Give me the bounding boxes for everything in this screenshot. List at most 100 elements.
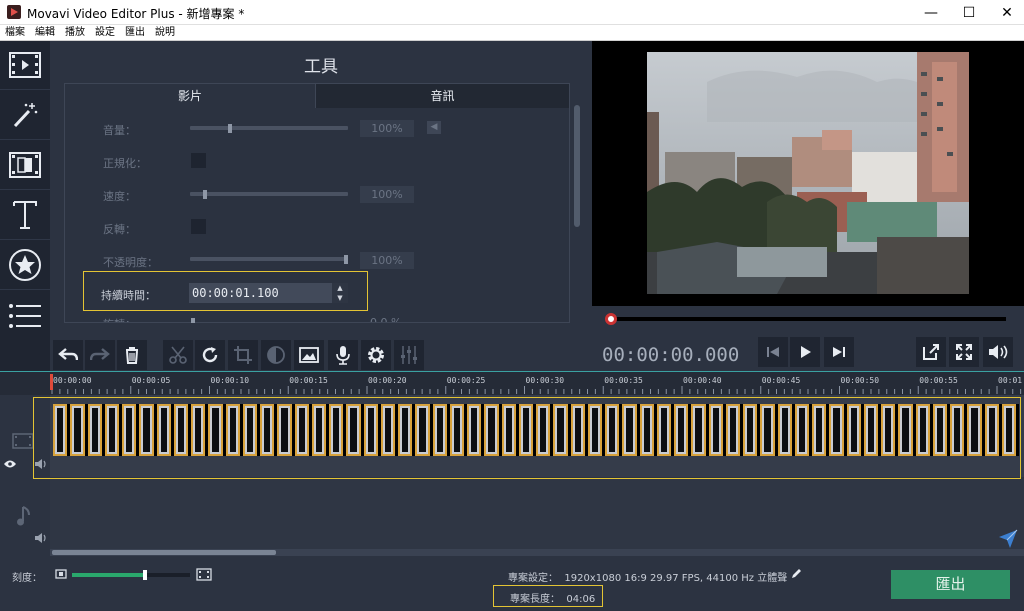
rotate-value[interactable]: 0.0 %: [370, 316, 401, 322]
video-clip[interactable]: [777, 404, 792, 456]
delete-button[interactable]: [117, 340, 147, 370]
sidebar-filters-button[interactable]: [0, 91, 50, 140]
menu-file[interactable]: 檔案: [0, 25, 30, 40]
video-clip[interactable]: [967, 404, 982, 456]
playhead-marker[interactable]: [50, 374, 53, 390]
video-clip[interactable]: [139, 404, 154, 456]
video-clip[interactable]: [70, 404, 85, 456]
video-clip[interactable]: [329, 404, 344, 456]
export-button[interactable]: 匯出: [891, 570, 1010, 599]
tools-scrollbar[interactable]: [574, 105, 580, 227]
video-clip[interactable]: [363, 404, 378, 456]
sidebar-more-button[interactable]: [0, 291, 50, 340]
volume-button[interactable]: [983, 337, 1013, 367]
popout-button[interactable]: [916, 337, 946, 367]
video-clip[interactable]: [398, 404, 413, 456]
zoom-slider[interactable]: [72, 570, 190, 580]
video-clip[interactable]: [415, 404, 430, 456]
video-clip[interactable]: [656, 404, 671, 456]
video-clip[interactable]: [53, 404, 68, 456]
video-clip[interactable]: [639, 404, 654, 456]
volume-value[interactable]: 100%: [360, 120, 414, 137]
video-clip[interactable]: [191, 404, 206, 456]
duration-stepper[interactable]: ▲ ▼: [332, 283, 348, 303]
menu-edit[interactable]: 編輯: [30, 25, 60, 40]
video-clip[interactable]: [605, 404, 620, 456]
video-clip[interactable]: [553, 404, 568, 456]
zoom-slider-knob[interactable]: [143, 570, 148, 580]
redo-button[interactable]: [85, 340, 115, 370]
normalize-checkbox[interactable]: [191, 153, 206, 168]
video-clip[interactable]: [156, 404, 171, 456]
video-clip[interactable]: [898, 404, 913, 456]
crop-button[interactable]: [228, 340, 258, 370]
sidebar-transitions-button[interactable]: [0, 141, 50, 190]
slideshow-image-button[interactable]: [294, 340, 324, 370]
video-clip[interactable]: [760, 404, 775, 456]
volume-slider[interactable]: [190, 126, 348, 130]
menu-settings[interactable]: 設定: [90, 25, 120, 40]
video-clip[interactable]: [311, 404, 326, 456]
video-clip[interactable]: [484, 404, 499, 456]
video-clip-strip[interactable]: [53, 404, 1019, 456]
video-clip[interactable]: [518, 404, 533, 456]
video-clip[interactable]: [294, 404, 309, 456]
sidebar-titles-button[interactable]: [0, 191, 50, 240]
eye-visibility-icon[interactable]: [3, 459, 17, 469]
video-clip[interactable]: [725, 404, 740, 456]
gear-button[interactable]: [361, 340, 391, 370]
menu-playback[interactable]: 播放: [60, 25, 90, 40]
video-clip[interactable]: [829, 404, 844, 456]
audio-track-speaker-icon[interactable]: [34, 533, 48, 543]
close-button[interactable]: ✕: [990, 0, 1024, 25]
zoom-out-icon[interactable]: [55, 569, 67, 579]
video-clip[interactable]: [1001, 404, 1016, 456]
video-clip[interactable]: [863, 404, 878, 456]
rotate-button[interactable]: [195, 340, 225, 370]
color-adjust-button[interactable]: [261, 340, 291, 370]
tab-video[interactable]: 影片: [65, 84, 315, 108]
video-clip[interactable]: [346, 404, 361, 456]
video-clip[interactable]: [260, 404, 275, 456]
sidebar-media-button[interactable]: [0, 41, 50, 90]
timeline-scrollbar-thumb[interactable]: [52, 550, 276, 555]
maximize-button[interactable]: ☐: [952, 0, 986, 25]
speed-value[interactable]: 100%: [360, 186, 414, 203]
video-clip[interactable]: [570, 404, 585, 456]
microphone-button[interactable]: [328, 340, 358, 370]
undo-button[interactable]: [53, 340, 83, 370]
video-clip[interactable]: [622, 404, 637, 456]
video-clip[interactable]: [467, 404, 482, 456]
video-clip[interactable]: [277, 404, 292, 456]
video-clip[interactable]: [208, 404, 223, 456]
video-clip[interactable]: [915, 404, 930, 456]
menu-export[interactable]: 匯出: [120, 25, 150, 40]
cut-scissors-button[interactable]: [163, 340, 193, 370]
video-clip[interactable]: [173, 404, 188, 456]
seek-bar[interactable]: [610, 317, 1006, 321]
video-clip[interactable]: [122, 404, 137, 456]
rotate-slider-knob[interactable]: [191, 318, 195, 323]
speed-slider[interactable]: [190, 192, 348, 196]
next-button[interactable]: [824, 337, 854, 367]
video-clip[interactable]: [104, 404, 119, 456]
minimize-button[interactable]: —: [914, 0, 948, 25]
mute-speaker-icon[interactable]: ◀: [427, 121, 441, 134]
equalizer-button[interactable]: [394, 340, 424, 370]
opacity-slider-knob[interactable]: [344, 255, 348, 264]
video-clip[interactable]: [87, 404, 102, 456]
video-clip[interactable]: [674, 404, 689, 456]
video-clip[interactable]: [242, 404, 257, 456]
reverse-checkbox[interactable]: [191, 219, 206, 234]
fullscreen-button[interactable]: [949, 337, 979, 367]
opacity-value[interactable]: 100%: [360, 252, 414, 269]
sidebar-stickers-button[interactable]: [0, 241, 50, 290]
video-clip[interactable]: [449, 404, 464, 456]
previous-button[interactable]: [758, 337, 788, 367]
video-clip[interactable]: [708, 404, 723, 456]
audio-track[interactable]: [50, 479, 1024, 549]
video-clip[interactable]: [501, 404, 516, 456]
video-clip[interactable]: [432, 404, 447, 456]
volume-slider-knob[interactable]: [228, 124, 232, 133]
opacity-slider[interactable]: [190, 257, 348, 261]
